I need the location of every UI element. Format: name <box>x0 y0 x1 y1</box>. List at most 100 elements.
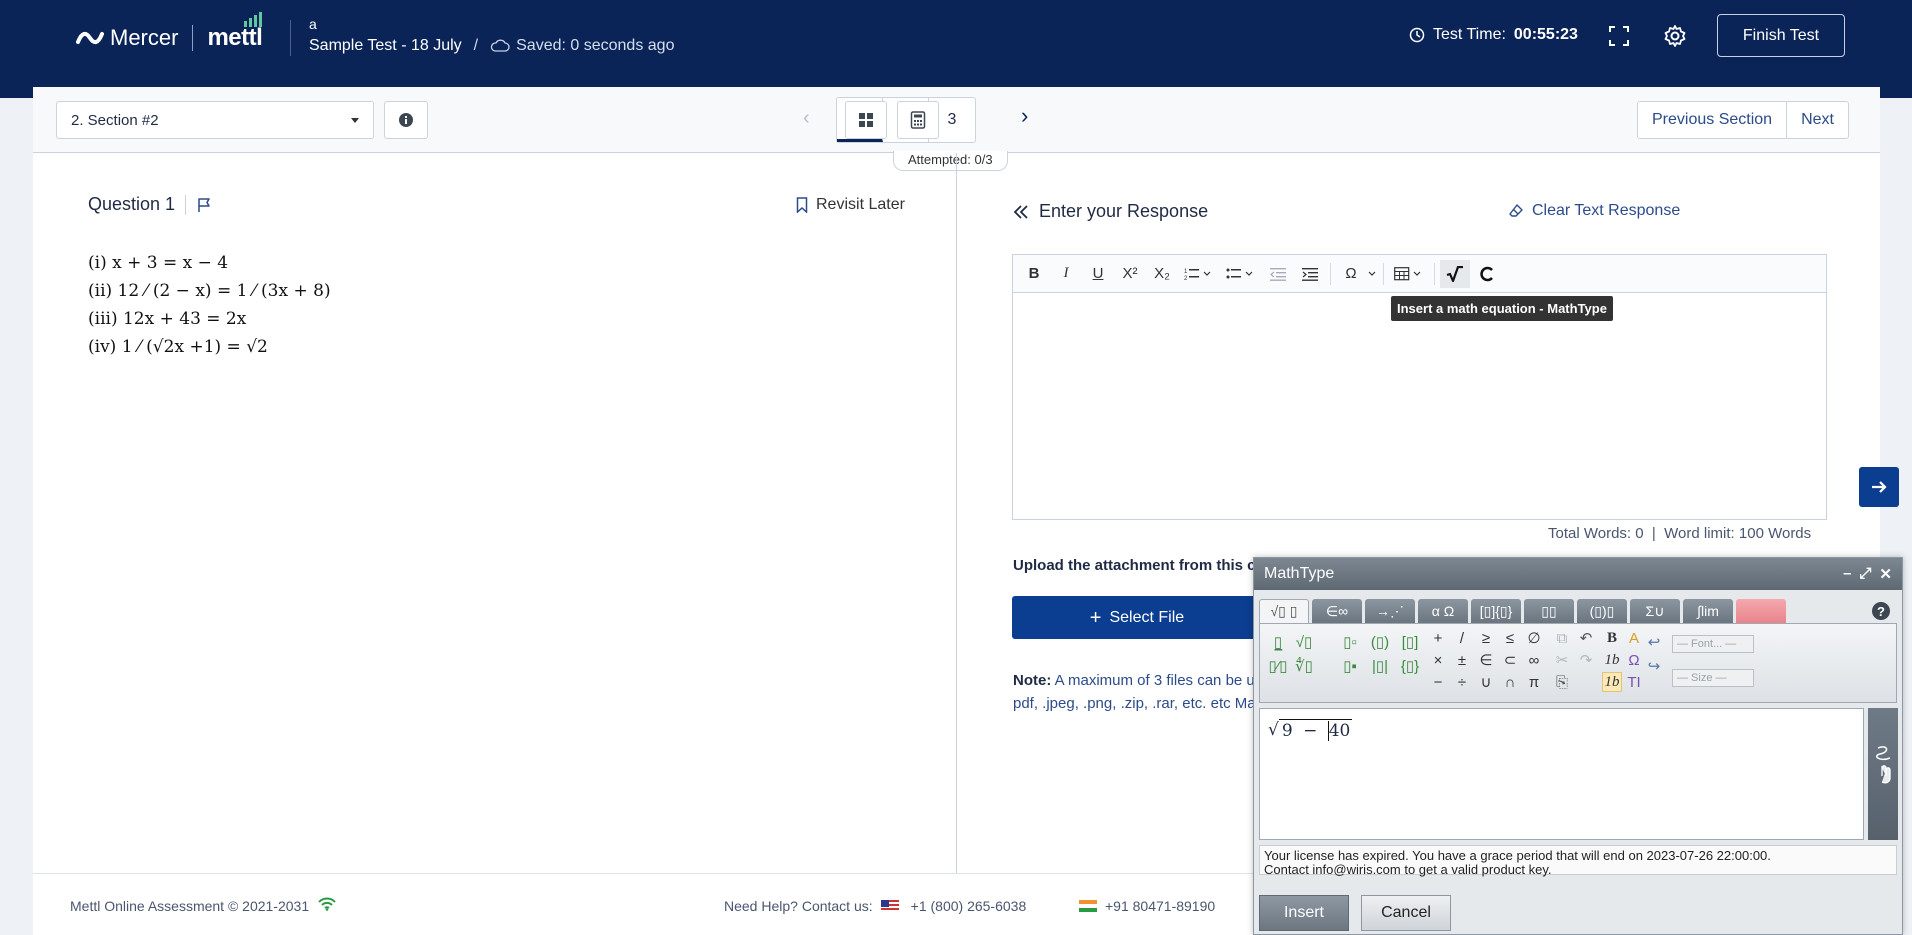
section-info-button[interactable] <box>384 101 428 139</box>
window-controls: – ⤢ ✕ <box>1843 565 1892 583</box>
insert-button[interactable]: Insert <box>1259 895 1349 931</box>
calculator-button[interactable] <box>897 101 939 139</box>
plus-minus-icon[interactable]: ± <box>1452 650 1472 670</box>
svg-text:2: 2 <box>1184 276 1188 281</box>
square-brackets-icon[interactable]: [▯] <box>1400 632 1420 652</box>
question-grid-button[interactable] <box>845 101 887 139</box>
mettl-wordmark: mettl <box>207 12 263 52</box>
ltr-icon[interactable]: ↪ <box>1644 656 1664 676</box>
tab-brackets[interactable]: (▯)▯ <box>1577 599 1627 623</box>
tab-big-operators[interactable]: Σ∪ <box>1630 599 1680 623</box>
bold-button[interactable]: B <box>1019 260 1049 288</box>
plus-icon[interactable]: + <box>1428 628 1448 648</box>
abs-icon[interactable]: |▯| <box>1370 656 1390 676</box>
minimize-icon[interactable]: – <box>1843 565 1851 583</box>
handwriting-toggle[interactable] <box>1868 708 1898 840</box>
italic-icon[interactable]: 1b <box>1602 650 1622 670</box>
table-button[interactable] <box>1389 260 1429 288</box>
fraction-icon[interactable]: ▯̲ <box>1268 632 1288 652</box>
mathtype-palette: ▯̲ √▯ ▯⁄▯ ∜▯ ▯▫ ▯▪ (▯) [▯] |▯| {▯} + / ≥… <box>1259 623 1897 703</box>
color-icon[interactable]: A <box>1624 628 1644 648</box>
equation-editor-area[interactable]: √ 9 − 40 <box>1259 708 1864 840</box>
cut-icon[interactable]: ✂ <box>1552 650 1572 670</box>
tab-scripts[interactable]: ▯▯ <box>1524 599 1574 623</box>
select-file-button[interactable]: + Select File <box>1012 596 1262 639</box>
empty-set-icon[interactable]: ∅ <box>1524 628 1544 648</box>
subscript-button[interactable]: X₂ <box>1147 260 1177 288</box>
tab-arrows[interactable]: →⋰ <box>1365 599 1415 623</box>
union-icon[interactable]: ∪ <box>1476 672 1496 692</box>
italic-button[interactable]: I <box>1051 260 1081 288</box>
help-icon[interactable]: ? <box>1872 602 1890 620</box>
double-chevron-left-icon[interactable] <box>1013 204 1029 220</box>
leq-icon[interactable]: ≤ <box>1500 628 1520 648</box>
previous-section-button[interactable]: Previous Section <box>1638 102 1788 138</box>
expand-panel-button[interactable] <box>1859 467 1899 507</box>
tab-matrices[interactable]: [▯]{▯} <box>1471 599 1521 623</box>
response-title: Enter your Response <box>1039 201 1209 221</box>
subscript-icon[interactable]: ▯▪ <box>1340 656 1360 676</box>
size-select[interactable]: — Size — <box>1672 669 1754 687</box>
tab-symbols[interactable]: ∈∞ <box>1312 599 1362 623</box>
rtl-icon[interactable]: ↩ <box>1644 632 1664 652</box>
nth-root-icon[interactable]: ∜▯ <box>1294 656 1314 676</box>
infinity-icon[interactable]: ∞ <box>1524 650 1544 670</box>
revisit-later-button[interactable]: Revisit Later <box>796 196 905 214</box>
arrow-right-icon <box>1872 481 1887 493</box>
flag-icon[interactable] <box>196 197 212 213</box>
section-dropdown[interactable]: 2. Section #2 <box>56 101 374 139</box>
tab-calculus[interactable]: ∫lim <box>1683 599 1733 623</box>
divide-icon[interactable]: ÷ <box>1452 672 1472 692</box>
clear-text-response-button[interactable]: Clear Text Response <box>1508 202 1680 220</box>
radicand-term-a: 9 <box>1281 721 1293 741</box>
text-mode-icon[interactable]: TI <box>1624 672 1644 692</box>
geq-icon[interactable]: ≥ <box>1476 628 1496 648</box>
special-char-icon[interactable]: Ω <box>1624 650 1644 670</box>
bold-icon[interactable]: B <box>1602 628 1622 648</box>
settings-button[interactable] <box>1663 24 1687 48</box>
finish-test-button[interactable]: Finish Test <box>1717 14 1845 57</box>
bullet-list-button[interactable] <box>1221 260 1261 288</box>
braces-icon[interactable]: {▯} <box>1400 656 1420 676</box>
mathtype-titlebar[interactable]: MathType – ⤢ ✕ <box>1254 558 1902 590</box>
numbered-list-button[interactable]: 12 <box>1179 260 1219 288</box>
next-page-button[interactable]: › <box>1021 103 1028 129</box>
cancel-button[interactable]: Cancel <box>1361 895 1451 931</box>
parentheses-icon[interactable]: (▯) <box>1370 632 1390 652</box>
slash-icon[interactable]: / <box>1452 628 1472 648</box>
chemtype-button[interactable] <box>1472 260 1502 288</box>
outdent-button[interactable] <box>1263 260 1293 288</box>
special-characters-button[interactable]: Ω <box>1336 260 1378 288</box>
superscript-icon[interactable]: ▯▫ <box>1340 632 1360 652</box>
rtl-group: ↩ ↪ <box>1644 632 1664 676</box>
minus-icon[interactable]: − <box>1428 672 1448 692</box>
subset-icon[interactable]: ⊂ <box>1500 650 1520 670</box>
paste-icon[interactable]: ⎘ <box>1552 672 1572 692</box>
mathtype-button[interactable] <box>1440 259 1470 288</box>
test-meta: a Sample Test - 18 July / Saved: 0 secon… <box>309 16 674 55</box>
fullscreen-button[interactable] <box>1607 24 1631 48</box>
maximize-icon[interactable]: ⤢ <box>1859 565 1871 583</box>
indent-button[interactable] <box>1295 260 1325 288</box>
font-select[interactable]: — Font... — <box>1672 635 1754 653</box>
copy-icon[interactable]: ⧉ <box>1552 628 1572 648</box>
numbered-list-icon: 12 <box>1184 268 1211 281</box>
element-of-icon[interactable]: ∈ <box>1476 650 1496 670</box>
intersection-icon[interactable]: ∩ <box>1500 672 1520 692</box>
prev-page-button[interactable]: ‹ <box>803 107 810 130</box>
undo-icon[interactable]: ↶ <box>1576 628 1596 648</box>
superscript-button[interactable]: X² <box>1115 260 1145 288</box>
pi-icon[interactable]: π <box>1524 672 1544 692</box>
toolbar-separator <box>1434 262 1435 285</box>
times-icon[interactable]: × <box>1428 650 1448 670</box>
underline-button[interactable]: U <box>1083 260 1113 288</box>
bevelled-fraction-icon[interactable]: ▯⁄▯ <box>1268 656 1288 676</box>
redo-icon[interactable]: ↷ <box>1576 650 1596 670</box>
sqrt-icon[interactable]: √▯ <box>1294 632 1314 652</box>
tab-general[interactable]: √▯ ▯ <box>1259 599 1309 623</box>
next-button[interactable]: Next <box>1787 102 1848 138</box>
close-icon[interactable]: ✕ <box>1879 565 1892 583</box>
tab-greek[interactable]: α Ω <box>1418 599 1468 623</box>
manual-italic-icon[interactable]: 1b <box>1602 672 1622 692</box>
tab-contextual[interactable] <box>1736 599 1786 623</box>
